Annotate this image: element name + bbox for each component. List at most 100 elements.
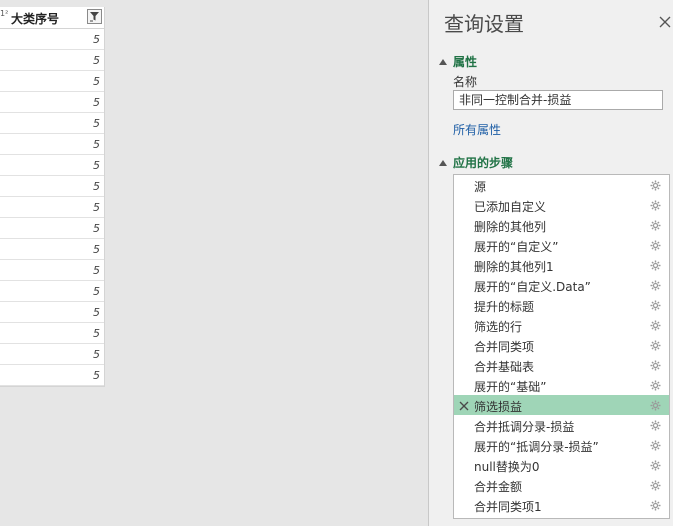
table-row[interactable]: 5	[0, 29, 104, 50]
all-properties-link[interactable]: 所有属性	[453, 121, 501, 138]
cell-value: 5	[93, 327, 100, 340]
step-label: 合并抵调分录-损益	[474, 420, 575, 434]
cell-value: 5	[93, 75, 100, 88]
step-label: 合并同类项1	[474, 500, 542, 514]
applied-step-item[interactable]: 已添加自定义	[454, 195, 669, 215]
cell-value: 5	[93, 180, 100, 193]
applied-step-item[interactable]: 合并抵调分录-损益	[454, 415, 669, 435]
table-row[interactable]: 5	[0, 239, 104, 260]
cell-value: 5	[93, 33, 100, 46]
applied-step-item[interactable]: 源	[454, 175, 669, 195]
step-label: null替换为0	[474, 460, 540, 474]
gear-icon[interactable]	[650, 500, 661, 511]
applied-step-item[interactable]: 删除的其他列1	[454, 255, 669, 275]
table-row[interactable]: 5	[0, 218, 104, 239]
properties-section-header[interactable]: 属性	[439, 53, 477, 70]
step-label: 展开的“基础”	[474, 380, 547, 394]
step-label: 删除的其他列	[474, 220, 547, 234]
table-row[interactable]: 5	[0, 50, 104, 71]
cell-value: 5	[93, 96, 100, 109]
applied-step-item[interactable]: 提升的标题	[454, 295, 669, 315]
query-settings-pane: 查询设置 属性 名称 非同一控制合并-损益 所有属性 应用的步骤 源已添加自定义…	[428, 0, 673, 526]
gear-icon[interactable]	[650, 240, 661, 251]
gear-icon[interactable]	[650, 260, 661, 271]
applied-step-item[interactable]: 筛选损益	[454, 395, 669, 415]
query-name-input[interactable]: 非同一控制合并-损益	[453, 90, 663, 110]
table-row[interactable]: 5	[0, 113, 104, 134]
step-label: 合并金额	[474, 480, 523, 494]
cell-value: 5	[93, 138, 100, 151]
cell-value: 5	[93, 54, 100, 67]
gear-icon[interactable]	[650, 440, 661, 451]
applied-step-item[interactable]: 合并基础表	[454, 355, 669, 375]
gear-icon[interactable]	[650, 380, 661, 391]
step-label: 展开的“自定义.Data”	[474, 280, 591, 294]
applied-step-item[interactable]: 筛选的行	[454, 315, 669, 335]
gear-icon[interactable]	[650, 400, 661, 411]
gear-icon[interactable]	[650, 320, 661, 331]
applied-step-item[interactable]: 删除的其他列	[454, 215, 669, 235]
pane-title: 查询设置	[444, 12, 524, 36]
step-label: 合并同类项	[474, 340, 535, 354]
gear-icon[interactable]	[650, 340, 661, 351]
applied-step-item[interactable]: 合并同类项	[454, 335, 669, 355]
gear-icon[interactable]	[650, 420, 661, 431]
gear-icon[interactable]	[650, 360, 661, 371]
delete-step-icon[interactable]	[459, 400, 469, 411]
step-label: 展开的“抵调分录-损益”	[474, 440, 599, 454]
data-grid: 1²3 大类序号 5 5 5 5 5 5 5 5 5 5 5 5 5 5 5 5 5	[0, 7, 105, 387]
applied-step-item[interactable]: 合并金额	[454, 475, 669, 495]
table-row[interactable]: 5	[0, 344, 104, 365]
applied-step-item[interactable]: 展开的“自定义”	[454, 235, 669, 255]
applied-steps-header-label: 应用的步骤	[453, 156, 514, 170]
name-label: 名称	[453, 75, 478, 89]
table-row[interactable]: 5	[0, 197, 104, 218]
table-row[interactable]: 5	[0, 302, 104, 323]
step-label: 提升的标题	[474, 300, 535, 314]
column-header[interactable]: 1²3 大类序号	[0, 7, 104, 29]
table-row[interactable]: 5	[0, 260, 104, 281]
step-label: 筛选的行	[474, 320, 523, 334]
column-title: 大类序号	[11, 12, 60, 26]
table-row[interactable]: 5	[0, 134, 104, 155]
cell-value: 5	[93, 264, 100, 277]
applied-steps-section-header[interactable]: 应用的步骤	[439, 154, 513, 171]
applied-step-item[interactable]: 展开的“自定义.Data”	[454, 275, 669, 295]
gear-icon[interactable]	[650, 280, 661, 291]
table-row[interactable]: 5	[0, 71, 104, 92]
cell-value: 5	[93, 243, 100, 256]
filter-icon[interactable]	[87, 9, 102, 24]
applied-step-item[interactable]: 展开的“抵调分录-损益”	[454, 435, 669, 455]
number-type-icon[interactable]: 1²3	[0, 10, 8, 17]
gear-icon[interactable]	[650, 480, 661, 491]
table-row[interactable]: 5	[0, 176, 104, 197]
gear-icon[interactable]	[650, 460, 661, 471]
cell-value: 5	[93, 117, 100, 130]
step-label: 删除的其他列1	[474, 260, 554, 274]
table-row[interactable]: 5	[0, 92, 104, 113]
step-label: 已添加自定义	[474, 200, 547, 214]
table-row[interactable]: 5	[0, 155, 104, 176]
table-row[interactable]: 5	[0, 365, 104, 386]
applied-step-item[interactable]: null替换为0	[454, 455, 669, 475]
close-icon[interactable]	[658, 15, 672, 29]
applied-step-item[interactable]: 合并同类项1	[454, 495, 669, 515]
gear-icon[interactable]	[650, 220, 661, 231]
collapse-triangle-icon[interactable]	[439, 160, 447, 166]
step-label: 源	[474, 180, 487, 194]
collapse-triangle-icon[interactable]	[439, 59, 447, 65]
grid-rows: 5 5 5 5 5 5 5 5 5 5 5 5 5 5 5 5 5	[0, 29, 104, 386]
properties-header-label: 属性	[453, 55, 478, 69]
gear-icon[interactable]	[650, 180, 661, 191]
step-label: 合并基础表	[474, 360, 535, 374]
table-row[interactable]: 5	[0, 323, 104, 344]
cell-value: 5	[93, 201, 100, 214]
cell-value: 5	[93, 348, 100, 361]
cell-value: 5	[93, 306, 100, 319]
applied-steps-list: 源已添加自定义 删除的其他列 展开的“自定义” 删除的其他列1 展开的“自定义.Data…	[453, 174, 670, 519]
table-row[interactable]: 5	[0, 281, 104, 302]
gear-icon[interactable]	[650, 300, 661, 311]
applied-step-item[interactable]: 展开的“基础”	[454, 375, 669, 395]
cell-value: 5	[93, 285, 100, 298]
gear-icon[interactable]	[650, 200, 661, 211]
